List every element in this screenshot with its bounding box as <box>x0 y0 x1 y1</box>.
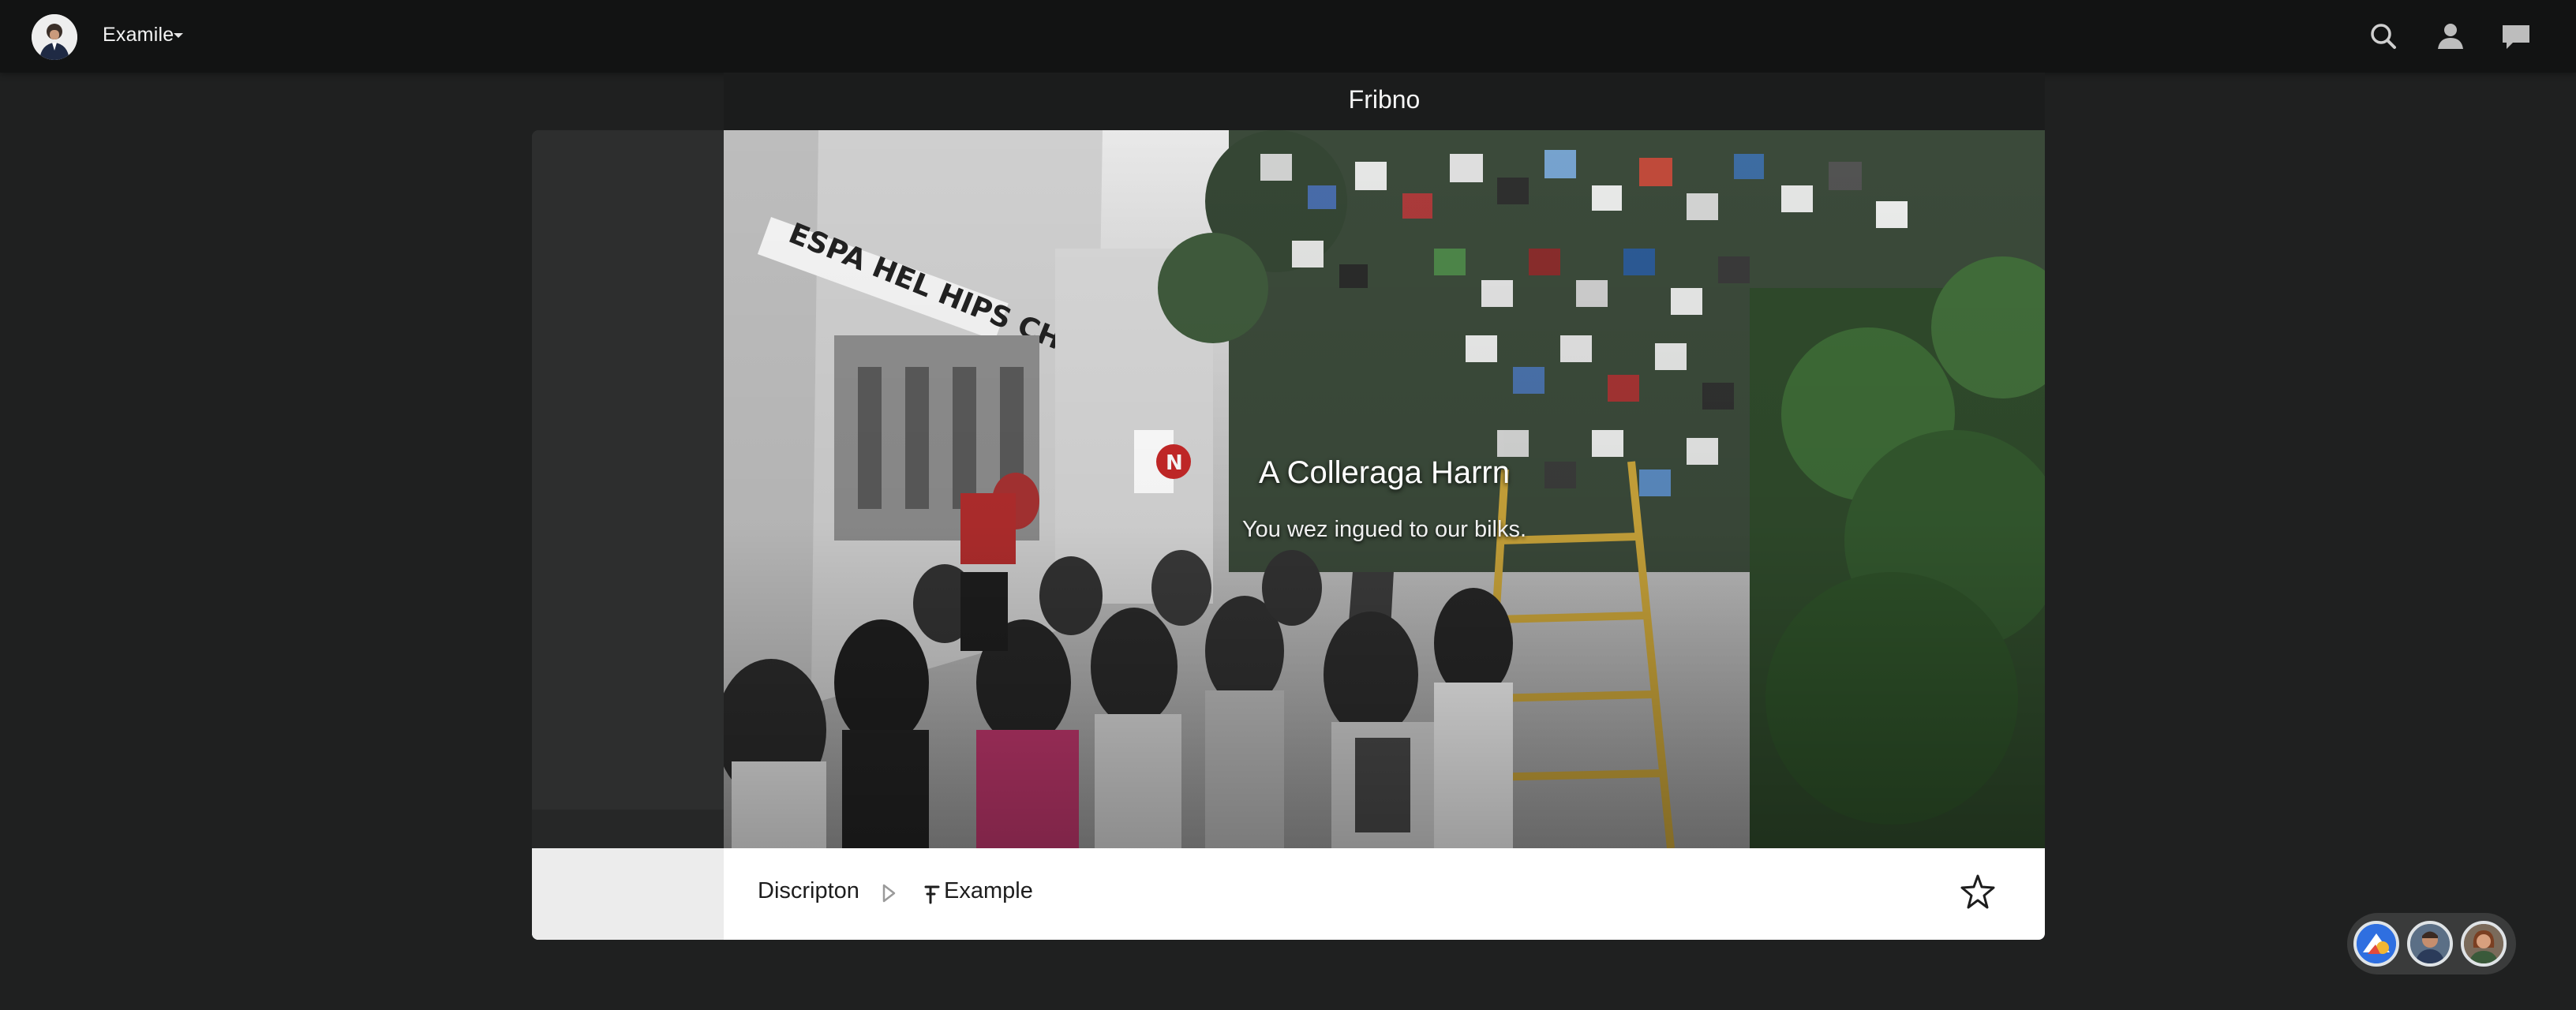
star-icon <box>1960 874 1995 909</box>
person-icon <box>2438 24 2463 49</box>
top-bar: Examile <box>0 0 2576 73</box>
chat-button[interactable] <box>2499 19 2533 54</box>
participant-avatar[interactable] <box>2461 921 2507 967</box>
avatar-portrait-icon <box>32 14 77 60</box>
participant-avatar[interactable] <box>2353 921 2399 967</box>
tag-icon <box>924 885 940 904</box>
participant-portrait-icon <box>2410 924 2450 963</box>
chevron-right-icon <box>882 884 896 903</box>
left-panel <box>532 130 724 848</box>
content-footer-bar: Discripton Example <box>532 848 2045 940</box>
breadcrumb-description[interactable]: Discripton <box>758 878 859 904</box>
search-button[interactable] <box>2366 19 2401 54</box>
hero-image: ESPA HEL HIPS CHROTE N <box>724 130 2045 848</box>
participant-portrait-icon <box>2464 924 2503 963</box>
hero-subtitle: You wez ingued to our bilks. <box>1241 517 1527 542</box>
stage-title-bar: Fribno <box>724 73 2045 131</box>
participant-avatar[interactable] <box>2407 921 2453 967</box>
account-avatar[interactable] <box>32 14 77 60</box>
stage-title: Fribno <box>1348 85 1421 114</box>
account-name[interactable]: Examile <box>103 24 174 47</box>
search-icon <box>2371 24 2396 49</box>
chevron-down-icon[interactable] <box>172 32 185 39</box>
footer-left-block <box>532 848 724 940</box>
left-panel-footer-strip <box>532 810 724 848</box>
participants-group[interactable] <box>2347 913 2516 974</box>
breadcrumb-example[interactable]: Example <box>944 878 1033 904</box>
favorite-button[interactable] <box>1957 872 1998 913</box>
hero-title: A Colleraga Harrn <box>1259 455 1510 490</box>
chat-icon <box>2503 25 2529 49</box>
profile-button[interactable] <box>2433 19 2468 54</box>
participant-app-icon <box>2357 924 2396 963</box>
